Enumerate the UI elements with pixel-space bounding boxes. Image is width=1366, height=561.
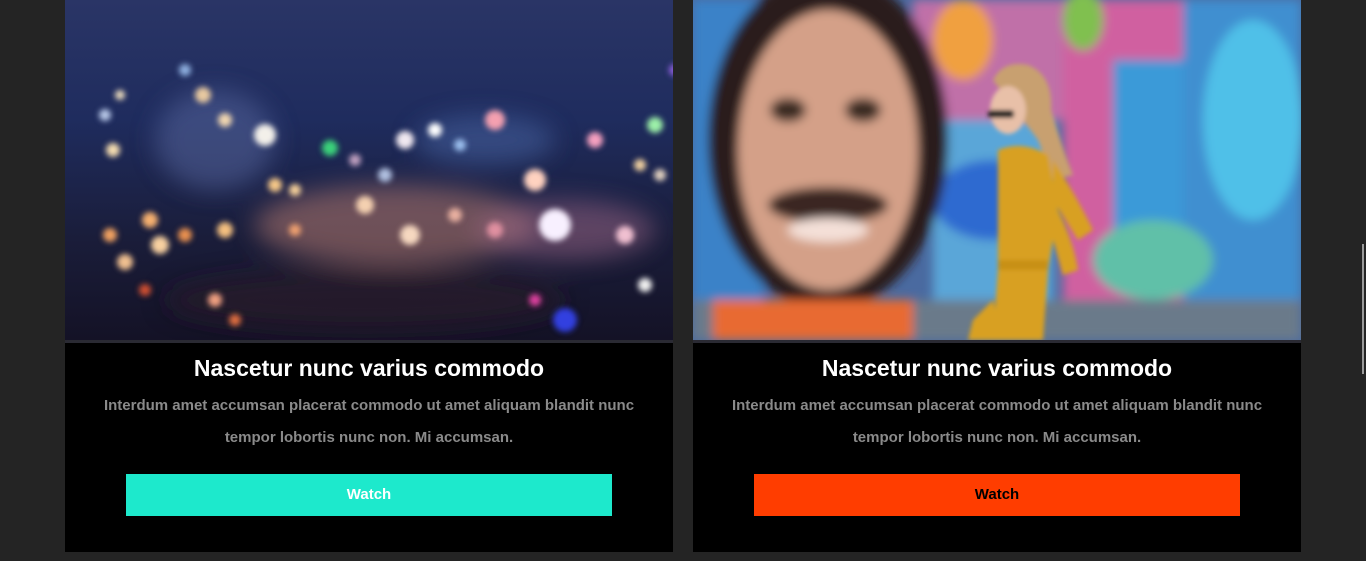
video-card-1: Nascetur nunc varius commodo Interdum am… [65,0,673,552]
watch-button[interactable]: Watch [126,474,612,516]
watch-button[interactable]: Watch [754,474,1240,516]
card-title: Nascetur nunc varius commodo [193,355,545,381]
city-night-bokeh-image [65,0,673,340]
video-card-2: Nascetur nunc varius commodo Interdum am… [693,0,1301,552]
image-divider [693,340,1301,343]
page: Nascetur nunc varius commodo Interdum am… [0,0,1366,561]
card-description: Interdum amet accumsan placerat commodo … [103,397,635,446]
card-description: Interdum amet accumsan placerat commodo … [731,397,1263,446]
card-title: Nascetur nunc varius commodo [821,355,1173,381]
scrollbar-thumb[interactable] [1362,244,1364,374]
image-divider [65,340,673,343]
street-mural-woman-image [693,0,1301,340]
